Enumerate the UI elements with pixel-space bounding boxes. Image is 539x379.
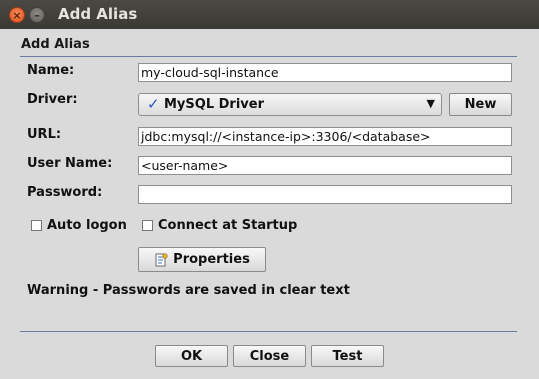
new-driver-button[interactable]: New [449, 93, 512, 116]
password-label: Password: [27, 185, 103, 200]
properties-button[interactable]: Properties [138, 247, 266, 272]
name-field[interactable]: my-cloud-sql-instance [138, 63, 512, 82]
warning-text: Warning - Passwords are saved in clear t… [27, 283, 350, 298]
bottom-separator [20, 331, 517, 332]
url-label: URL: [27, 127, 62, 142]
user-name-field[interactable]: <user-name> [138, 156, 512, 175]
auto-logon-checkbox-box[interactable] [31, 220, 42, 231]
user-name-label: User Name: [27, 156, 113, 171]
connect-at-startup-checkbox-box[interactable] [142, 220, 153, 231]
window-close-button[interactable]: × [9, 7, 25, 23]
url-field[interactable]: jdbc:mysql://<instance-ip>:3306/<databas… [138, 127, 512, 146]
connect-at-startup-label: Connect at Startup [158, 218, 298, 233]
driver-label: Driver: [27, 92, 78, 107]
password-field[interactable] [138, 185, 512, 204]
close-icon: × [12, 8, 22, 22]
ok-button[interactable]: OK [155, 345, 228, 367]
checkmark-icon: ✓ [147, 95, 160, 113]
window-minimize-button[interactable]: – [29, 7, 45, 23]
name-label: Name: [27, 63, 75, 78]
auto-logon-checkbox[interactable]: Auto logon [31, 218, 127, 233]
close-button[interactable]: Close [233, 345, 306, 367]
dropdown-arrow-icon[interactable]: ▼ [427, 97, 435, 110]
driver-selected-value: MySQL Driver [164, 97, 264, 112]
auto-logon-label: Auto logon [47, 218, 127, 233]
properties-label: Properties [173, 252, 250, 267]
test-button[interactable]: Test [311, 345, 384, 367]
connect-at-startup-checkbox[interactable]: Connect at Startup [142, 218, 297, 233]
window-title: Add Alias [58, 5, 138, 23]
section-title: Add Alias [21, 37, 90, 52]
title-bar: × – Add Alias [0, 0, 539, 29]
minimize-icon: – [34, 8, 40, 22]
top-separator [20, 56, 517, 57]
driver-select[interactable]: ✓ MySQL Driver ▼ [138, 93, 442, 116]
properties-icon [155, 252, 168, 266]
